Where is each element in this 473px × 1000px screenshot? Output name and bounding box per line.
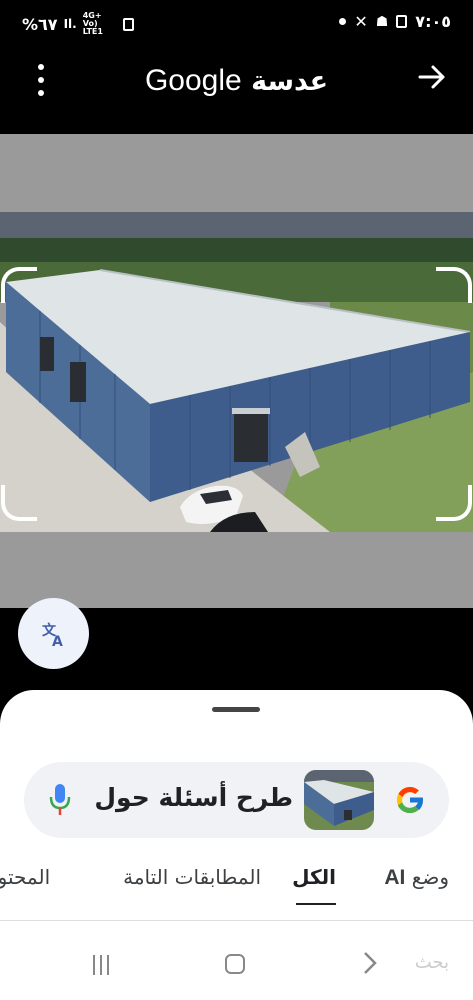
drag-handle[interactable] — [212, 707, 260, 712]
back-icon[interactable] — [362, 950, 378, 976]
clock: ٧:٠٥ — [415, 12, 451, 31]
crop-corner-bottom-right[interactable] — [436, 485, 472, 521]
tab-exact-matches[interactable]: المطابقات التامة — [123, 865, 261, 889]
arrow-forward-icon[interactable] — [415, 60, 449, 94]
filter-tabs: وضع AI الكل المطابقات التامة المحتوى — [0, 865, 473, 905]
divider — [0, 920, 473, 921]
network-type: 4G+ Vo) LTE1 — [82, 11, 103, 36]
google-logo-icon — [396, 786, 424, 814]
translate-icon: 文 A — [42, 622, 63, 649]
status-bar: %٦٧ Il. 4G+ Vo) LTE1 ✕ ☗ ٧:٠٥ — [0, 0, 473, 44]
search-bar[interactable]: طرح أسئلة حول — [24, 762, 449, 838]
translate-button[interactable]: 文 A — [18, 598, 89, 669]
crop-corner-bottom-left[interactable] — [1, 485, 37, 521]
mic-icon[interactable] — [48, 782, 72, 818]
tab-content[interactable]: المحتوى — [0, 865, 50, 889]
notification-icon — [122, 17, 134, 31]
faded-search-label: بحث — [414, 952, 449, 973]
silent-icon: ✕ — [354, 12, 368, 31]
results-sheet: طرح أسئلة حول وضع AI الكل المطابقات التا… — [0, 690, 473, 1000]
query-thumbnail[interactable] — [304, 770, 374, 830]
search-input[interactable]: طرح أسئلة حول — [94, 783, 293, 812]
gallery-icon — [396, 15, 408, 28]
recent-apps-icon[interactable] — [93, 955, 109, 975]
active-tab-indicator — [296, 903, 336, 905]
tab-all[interactable]: الكل — [292, 865, 336, 889]
system-nav-bar: بحث — [0, 930, 473, 1000]
bug-icon: ☗ — [375, 13, 389, 30]
image-viewport[interactable] — [0, 134, 473, 608]
svg-text:A: A — [52, 634, 63, 649]
battery-percent: %٦٧ — [22, 14, 58, 34]
home-icon[interactable] — [225, 954, 245, 974]
page-title: Google عدسة — [144, 64, 329, 97]
crop-corner-top-right[interactable] — [436, 267, 472, 303]
crop-corner-top-left[interactable] — [1, 267, 37, 303]
building-photo — [0, 212, 473, 532]
signal-bars-icon: Il. — [63, 17, 77, 31]
tab-ai-mode[interactable]: وضع AI — [384, 865, 449, 890]
dot-icon — [339, 18, 347, 25]
app-header: Google عدسة — [0, 44, 473, 134]
